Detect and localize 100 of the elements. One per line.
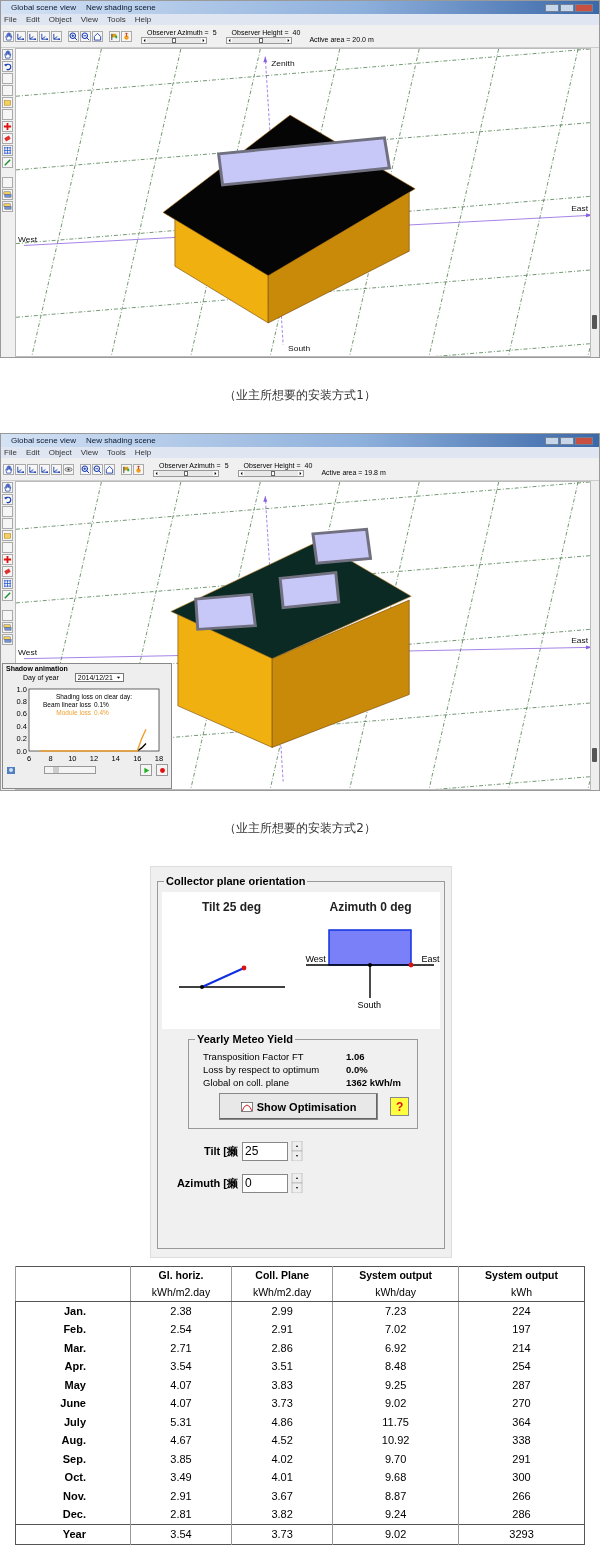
- axes-icon[interactable]: [52, 31, 61, 41]
- eraser-icon[interactable]: [3, 567, 12, 576]
- menu-item[interactable]: Help: [134, 15, 152, 24]
- total-label: Year: [15, 1524, 131, 1545]
- hand-icon[interactable]: [3, 483, 12, 492]
- left-arrow-icon[interactable]: [142, 37, 147, 43]
- figure-caption: （业主所想要的安装方式1）: [223, 387, 377, 404]
- menu-item[interactable]: Help: [134, 448, 152, 457]
- unit-header: kWh/day: [332, 1284, 459, 1302]
- layers-icon[interactable]: [3, 635, 12, 644]
- flag-icon[interactable]: [110, 31, 119, 41]
- menu-item[interactable]: File: [4, 15, 17, 24]
- table-cell: 9.02: [332, 1394, 459, 1413]
- axes-icon[interactable]: [28, 31, 37, 41]
- menu-item[interactable]: Tools: [107, 448, 126, 457]
- cross-icon[interactable]: [3, 122, 12, 131]
- menu-item[interactable]: View: [80, 448, 98, 457]
- eye-icon[interactable]: [64, 464, 73, 474]
- right-arrow-icon[interactable]: [213, 470, 218, 476]
- axes-icon[interactable]: [16, 31, 25, 41]
- undo-icon[interactable]: [3, 62, 12, 71]
- layers-icon[interactable]: [3, 623, 12, 632]
- input-field[interactable]: 25: [242, 1141, 288, 1161]
- grid-icon[interactable]: [3, 146, 12, 155]
- play-button[interactable]: [140, 764, 152, 776]
- slider-thumb[interactable]: [184, 470, 188, 476]
- menu-item[interactable]: Object: [48, 448, 72, 457]
- right-arrow-icon[interactable]: [285, 37, 291, 43]
- yield-label: Loss by respect to optimum: [203, 1063, 321, 1076]
- document-title: New shading scene: [85, 436, 156, 445]
- zoom-out-icon[interactable]: [93, 464, 102, 474]
- table-cell: 7.02: [332, 1320, 459, 1339]
- minimize-button[interactable]: [545, 3, 559, 12]
- maximize-button[interactable]: [560, 3, 574, 12]
- flag-icon[interactable]: [122, 464, 131, 474]
- grid-icon[interactable]: [3, 579, 12, 588]
- table-cell: 3.67: [231, 1487, 333, 1506]
- slider-track[interactable]: [141, 36, 207, 44]
- maximize-button[interactable]: [560, 436, 574, 445]
- zoom-in-icon[interactable]: [69, 31, 78, 41]
- slider-thumb[interactable]: [259, 37, 264, 43]
- window-title: Global scene view: [11, 436, 76, 445]
- column-header: Gl. horiz.: [130, 1266, 232, 1284]
- record-button[interactable]: [156, 764, 168, 776]
- minimize-button[interactable]: [545, 436, 559, 445]
- menu-item[interactable]: Edit: [25, 15, 40, 24]
- zoom-out-icon[interactable]: [81, 31, 90, 41]
- undo-icon[interactable]: [3, 495, 12, 504]
- month-cell: Nov.: [15, 1487, 131, 1506]
- camera-icon[interactable]: [6, 765, 16, 775]
- slider-track[interactable]: [153, 469, 219, 477]
- axes-icon[interactable]: [16, 464, 25, 474]
- table-cell: 3.82: [231, 1505, 333, 1525]
- help-button[interactable]: ?: [390, 1097, 409, 1116]
- table-cell: 4.67: [130, 1431, 232, 1450]
- menu-item[interactable]: File: [4, 448, 17, 457]
- pencil-icon[interactable]: [3, 158, 12, 167]
- house-icon[interactable]: [105, 464, 114, 474]
- table-cell: 2.71: [130, 1339, 232, 1358]
- input-field[interactable]: 0: [242, 1173, 288, 1193]
- table-cell: 254: [458, 1357, 585, 1376]
- left-arrow-icon[interactable]: [226, 37, 232, 43]
- hand-icon[interactable]: [4, 31, 13, 41]
- axes-icon[interactable]: [28, 464, 37, 474]
- field-label: Azimuth [癩: [175, 1175, 239, 1191]
- dropdown-arrow-icon[interactable]: [115, 675, 121, 680]
- table-cell: 224: [458, 1301, 585, 1321]
- right-arrow-icon[interactable]: [201, 37, 206, 43]
- hand-icon[interactable]: [4, 464, 13, 474]
- menu-item[interactable]: Edit: [25, 448, 40, 457]
- axes-icon[interactable]: [40, 464, 49, 474]
- yield-label: Global on coll. plane: [203, 1076, 291, 1089]
- month-cell: Apr.: [15, 1357, 131, 1376]
- slider-track[interactable]: [237, 469, 304, 477]
- figure-caption: （业主所想要的安装方式2）: [223, 820, 377, 837]
- yield-value: 1362 kWh/m: [346, 1076, 401, 1089]
- table-cell: 3.49: [130, 1468, 232, 1487]
- house-icon[interactable]: [93, 31, 102, 41]
- menu-item[interactable]: View: [80, 15, 98, 24]
- slider-thumb[interactable]: [172, 37, 176, 43]
- show-optimisation-button[interactable]: Show Optimisation: [219, 1093, 379, 1120]
- slider-thumb[interactable]: [271, 470, 276, 476]
- table-cell: 287: [458, 1376, 585, 1395]
- scroll-bar[interactable]: [44, 766, 96, 774]
- menu-item[interactable]: Object: [48, 15, 72, 24]
- total-cell: 3.54: [130, 1524, 232, 1545]
- axes-icon[interactable]: [40, 31, 49, 41]
- left-arrow-icon[interactable]: [238, 470, 244, 476]
- curve-chart-icon: [240, 1101, 253, 1112]
- cross-icon[interactable]: [3, 555, 12, 564]
- menu-item[interactable]: Tools: [107, 15, 126, 24]
- month-cell: Jan.: [15, 1301, 131, 1321]
- left-arrow-icon[interactable]: [154, 470, 159, 476]
- zoom-in-icon[interactable]: [81, 464, 90, 474]
- eraser-icon[interactable]: [3, 134, 12, 143]
- slider-track[interactable]: [225, 36, 292, 44]
- axes-icon[interactable]: [52, 464, 61, 474]
- hand-icon[interactable]: [3, 50, 12, 59]
- right-arrow-icon[interactable]: [297, 470, 303, 476]
- pencil-icon[interactable]: [3, 591, 12, 600]
